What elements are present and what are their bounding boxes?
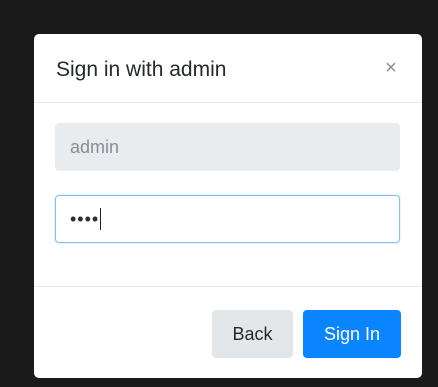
password-field[interactable]: •••• [55, 195, 400, 243]
password-value: •••• [70, 209, 100, 229]
sign-in-dialog: Sign in with admin × admin •••• Back Sig… [34, 34, 422, 378]
dialog-title: Sign in with admin [56, 58, 227, 81]
sign-in-button[interactable]: Sign In [303, 310, 401, 358]
dialog-body: admin •••• [34, 103, 422, 286]
dialog-header: Sign in with admin × [34, 34, 422, 103]
username-field: admin [55, 123, 400, 171]
dialog-footer: Back Sign In [34, 286, 422, 378]
close-icon[interactable]: × [382, 58, 400, 78]
back-button[interactable]: Back [212, 310, 293, 358]
text-caret [100, 207, 102, 230]
